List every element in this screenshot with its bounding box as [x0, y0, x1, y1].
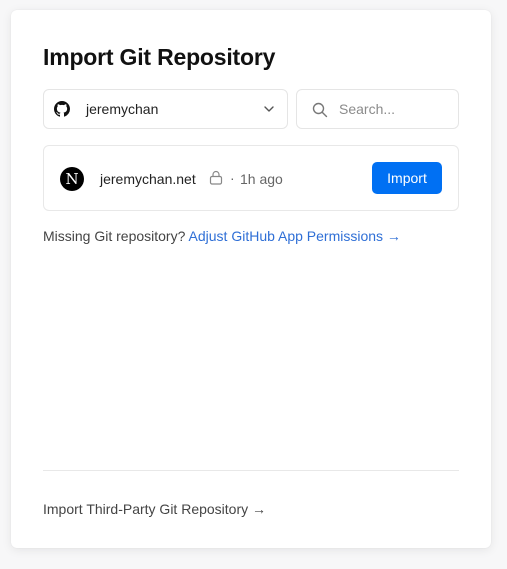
- account-select[interactable]: jeremychan: [43, 89, 288, 129]
- chevron-down-icon: [264, 106, 274, 112]
- account-name: jeremychan: [86, 101, 159, 117]
- import-git-card: Import Git Repository jeremychan N jerem…: [11, 10, 491, 548]
- lock-icon: [209, 170, 223, 185]
- page-title: Import Git Repository: [43, 44, 276, 70]
- missing-repo-note: Missing Git repository? Adjust GitHub Ap…: [43, 228, 401, 244]
- repository-list: N jeremychan.net · 1h ago Import: [43, 145, 459, 211]
- repo-name: jeremychan.net: [100, 171, 196, 187]
- separator-dot: ·: [230, 170, 235, 186]
- search-box[interactable]: [296, 89, 459, 129]
- repo-updated-time: 1h ago: [240, 171, 283, 187]
- search-input[interactable]: [339, 90, 454, 128]
- import-button[interactable]: Import: [372, 162, 442, 194]
- repo-avatar: N: [60, 167, 84, 191]
- github-icon: [54, 101, 70, 117]
- adjust-permissions-link[interactable]: Adjust GitHub App Permissions →: [189, 228, 401, 244]
- missing-repo-text: Missing Git repository?: [43, 228, 186, 244]
- import-third-party-link[interactable]: Import Third-Party Git Repository →: [43, 501, 266, 517]
- search-icon: [312, 102, 328, 118]
- divider: [43, 470, 459, 471]
